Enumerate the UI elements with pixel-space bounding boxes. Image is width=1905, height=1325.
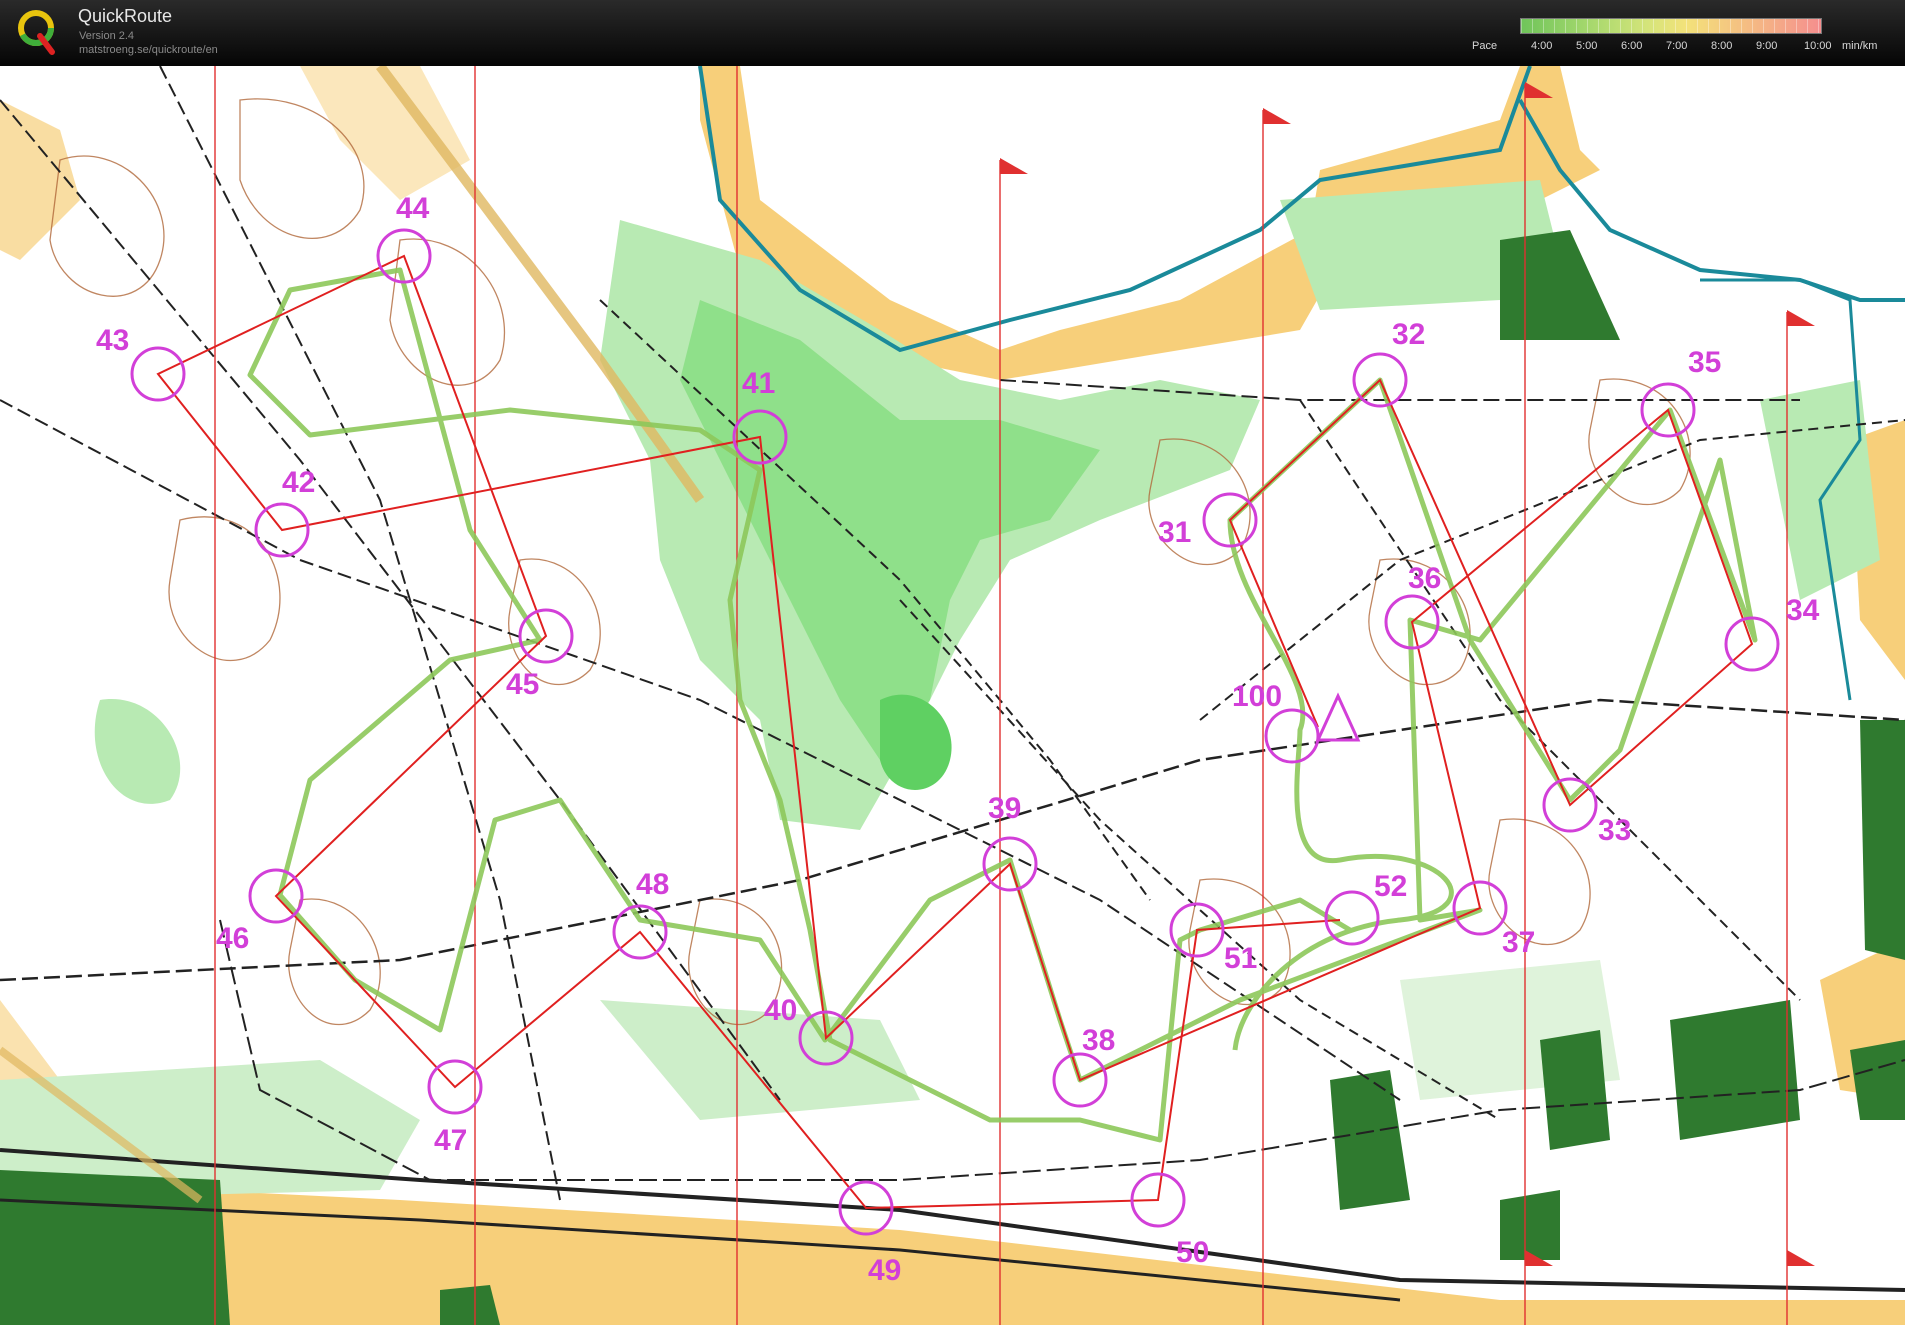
app-url: matstroeng.se/quickroute/en bbox=[79, 44, 218, 56]
control-number: 50 bbox=[1176, 1236, 1209, 1269]
pace-label: 6:00 bbox=[1621, 40, 1643, 52]
pace-label: 4:00 bbox=[1531, 40, 1553, 52]
control-number: 48 bbox=[636, 868, 669, 901]
control-number: 39 bbox=[988, 792, 1021, 825]
control-number: 49 bbox=[868, 1254, 901, 1287]
app-title: QuickRoute bbox=[78, 6, 173, 26]
orienteering-map[interactable]: 31 32 33 34 35 36 37 38 39 40 41 42 43 4… bbox=[0, 66, 1905, 1325]
pace-label: 8:00 bbox=[1711, 40, 1733, 52]
control-number: 36 bbox=[1408, 562, 1441, 595]
pace-label: 9:00 bbox=[1756, 40, 1778, 52]
control-number: 34 bbox=[1786, 594, 1820, 627]
control-number: 47 bbox=[434, 1124, 467, 1157]
pace-label: 10:00 bbox=[1804, 40, 1832, 52]
control-number: 31 bbox=[1158, 516, 1191, 549]
control-number: 38 bbox=[1082, 1024, 1115, 1057]
pace-unit: min/km bbox=[1842, 40, 1878, 52]
pace-label: 7:00 bbox=[1666, 40, 1688, 52]
control-number: 37 bbox=[1502, 926, 1535, 959]
control-number: 43 bbox=[96, 324, 129, 357]
pace-color-scale bbox=[1520, 18, 1822, 34]
quickroute-logo-icon bbox=[18, 10, 55, 55]
control-number: 45 bbox=[506, 668, 539, 701]
app-version: Version 2.4 bbox=[79, 30, 135, 42]
pace-label: 5:00 bbox=[1576, 40, 1598, 52]
app-header: QuickRoute Version 2.4 matstroeng.se/qui… bbox=[0, 0, 1905, 66]
control-number: 100 bbox=[1232, 680, 1282, 713]
control-number: 35 bbox=[1688, 346, 1721, 379]
control-number: 46 bbox=[216, 922, 249, 955]
control-number: 32 bbox=[1392, 318, 1425, 351]
control-number: 44 bbox=[396, 192, 430, 225]
control-number: 52 bbox=[1374, 870, 1407, 903]
control-number: 41 bbox=[742, 367, 775, 400]
pace-legend-title: Pace bbox=[1472, 40, 1498, 52]
control-number: 33 bbox=[1598, 814, 1631, 847]
pace-legend: Pace 4:00 5:00 6:00 7:00 8:00 9:00 10:00… bbox=[1460, 14, 1900, 60]
control-number: 51 bbox=[1224, 942, 1257, 975]
control-number: 42 bbox=[282, 466, 315, 499]
control-number: 40 bbox=[764, 994, 797, 1027]
